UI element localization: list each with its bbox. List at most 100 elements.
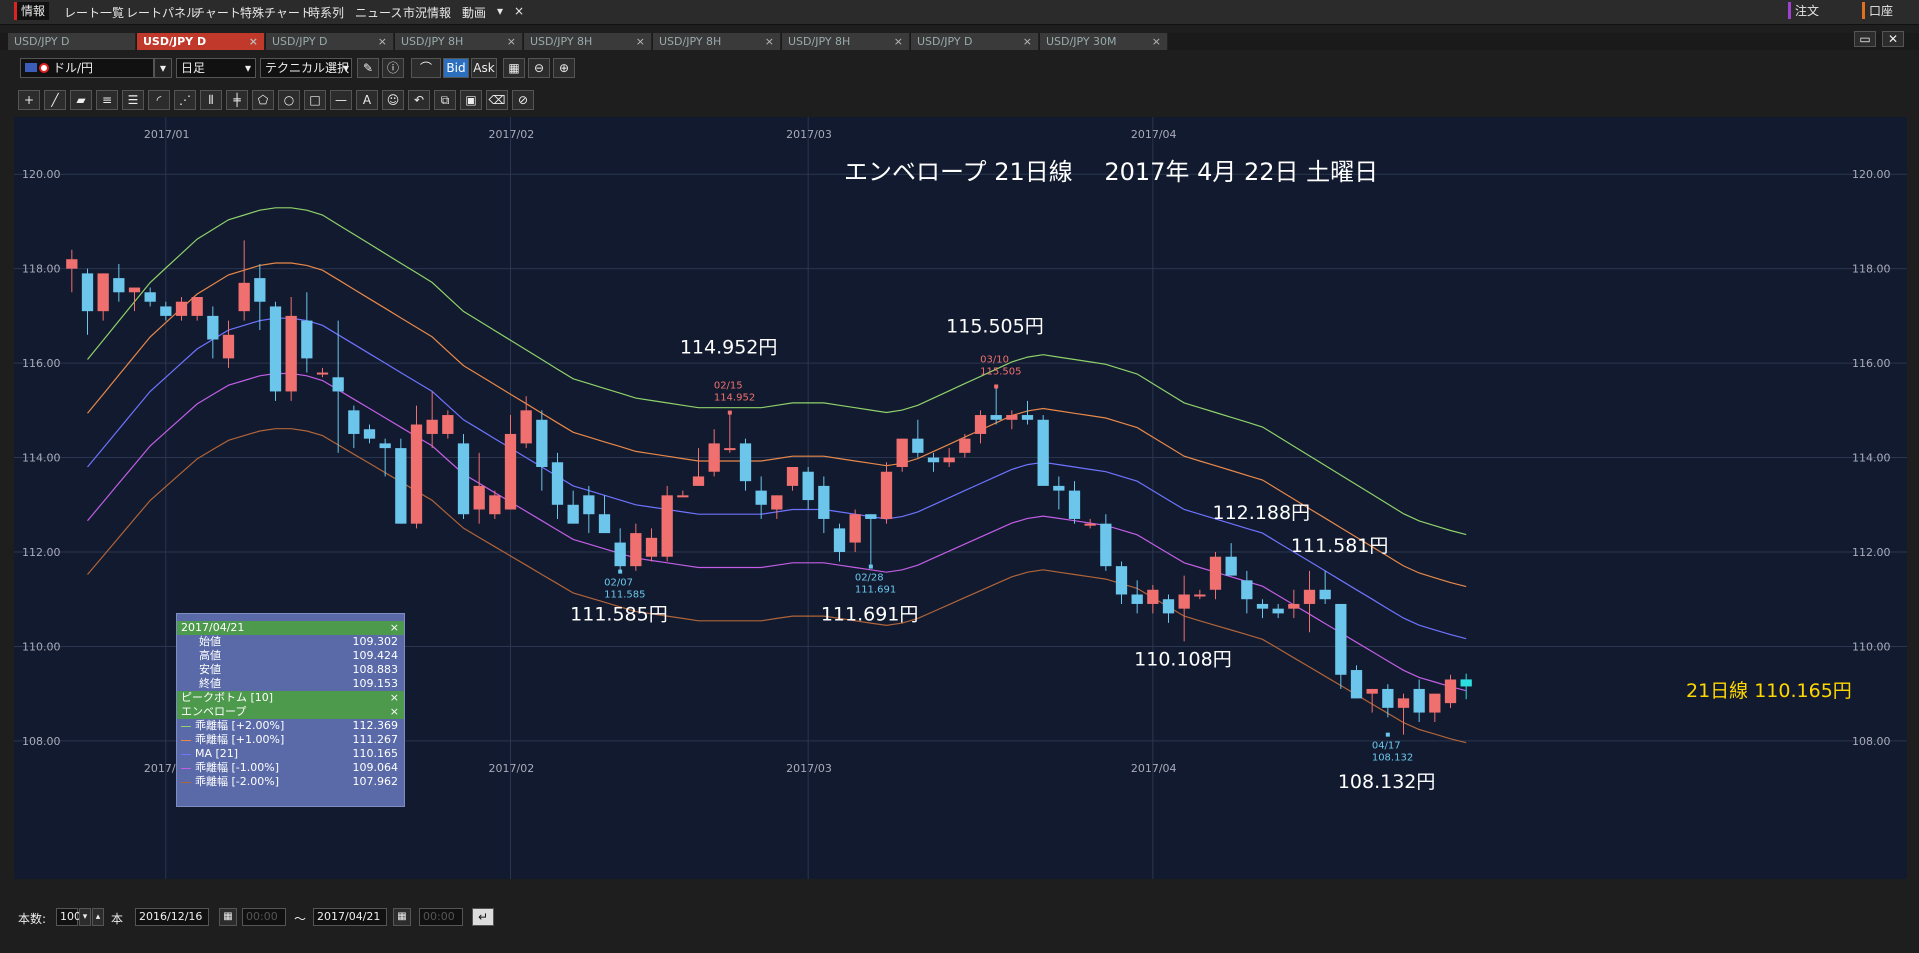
window-close-icon[interactable]: ✕ (1882, 31, 1904, 47)
close-icon[interactable]: × (390, 691, 399, 705)
pair-dropdown-icon[interactable]: ▾ (154, 58, 172, 78)
erase-all-icon[interactable]: ⊘ (512, 90, 534, 110)
count-down-icon[interactable]: ▾ (79, 908, 91, 926)
menu-market-info[interactable]: 市況情報 (403, 4, 451, 21)
pen-icon[interactable]: ✎ (357, 58, 379, 78)
menu-time-series[interactable]: 時系列 (308, 4, 344, 21)
trendline-icon[interactable]: ╱ (44, 90, 66, 110)
tab-close-icon[interactable]: × (636, 33, 645, 50)
close-icon[interactable]: × (390, 621, 399, 635)
tab-close-icon[interactable]: × (507, 33, 516, 50)
return-icon[interactable]: ↵ (472, 908, 494, 926)
tab-usdjpy-8h-2[interactable]: USD/JPY 8H × (524, 33, 652, 50)
fibonacci-icon[interactable]: ╪ (226, 90, 248, 110)
copy-icon[interactable]: ⧉ (434, 90, 456, 110)
sticker-icon[interactable]: ☺ (382, 90, 404, 110)
technical-label: テクニカル選択 (265, 61, 350, 75)
to-time-input[interactable]: 00:00 (419, 908, 463, 926)
horizontal-line-icon[interactable]: — (330, 90, 352, 110)
pentagon-icon[interactable]: ⬠ (252, 90, 274, 110)
peak-date-label: 03/10 (980, 354, 1009, 365)
zoom-in-icon[interactable]: ⊕ (553, 58, 575, 78)
tab-close-icon[interactable]: × (1152, 33, 1161, 50)
tab-usdjpy-30m[interactable]: USD/JPY 30M × (1040, 33, 1168, 50)
undo-icon[interactable]: ↶ (408, 90, 430, 110)
zoom-out-icon[interactable]: ⊖ (528, 58, 550, 78)
close-value: 109.153 (352, 677, 399, 690)
account-button[interactable]: 口座 (1862, 2, 1893, 19)
from-time-input[interactable]: 00:00 (242, 908, 286, 926)
tab-close-icon[interactable]: × (765, 33, 774, 50)
y-tick-label-left: 110.00 (22, 640, 61, 653)
y-tick-label-left: 112.00 (22, 546, 61, 559)
tab-usdjpy-8h-3[interactable]: USD/JPY 8H × (653, 33, 781, 50)
menu-video[interactable]: 動画 (462, 4, 486, 21)
rectangle-icon[interactable]: □ (304, 90, 326, 110)
close-icon[interactable]: × (390, 705, 399, 719)
period-label: 日足 (181, 61, 206, 75)
currency-pair-select[interactable]: ドル/円 (20, 58, 154, 78)
fan-icon[interactable]: ◜ (148, 90, 170, 110)
envelope-row-label: 乖離幅 [-2.00%] (195, 775, 279, 788)
ask-button[interactable]: Ask (471, 58, 497, 78)
order-button[interactable]: 注文 (1788, 2, 1819, 19)
menu-info[interactable]: 情報 (14, 2, 50, 20)
tab-usdjpy-d-1[interactable]: USD/JPY D (8, 33, 136, 50)
candle-body (97, 273, 109, 312)
open-value: 109.302 (352, 635, 399, 648)
big-price-label: 108.132円 (1338, 771, 1436, 793)
data-window-panel[interactable]: 2017/04/21 × 始値 109.302 高値 109.424 安値 108.88… (176, 613, 405, 807)
tab-usdjpy-d-3[interactable]: USD/JPY D × (266, 33, 394, 50)
crosshair-icon[interactable]: + (18, 90, 40, 110)
candle-body (457, 443, 470, 515)
candle-body (66, 259, 78, 269)
candle-body (1444, 679, 1457, 704)
candle-body (1413, 688, 1425, 713)
tab-close-icon[interactable]: × (894, 33, 903, 50)
candle-body (1272, 608, 1284, 614)
text-icon[interactable]: A (356, 90, 378, 110)
eraser-icon[interactable]: ⌫ (486, 90, 508, 110)
menu-rate-panel[interactable]: レートパネル (126, 4, 198, 21)
peak-price-label: 111.585 (604, 590, 645, 601)
calendar-icon[interactable]: ▦ (219, 908, 237, 926)
ma-value-label: 21日線 110.165円 (1686, 680, 1852, 702)
tab-close-icon[interactable]: × (1023, 33, 1032, 50)
tab-usdjpy-8h-4[interactable]: USD/JPY 8H × (782, 33, 910, 50)
from-date-input[interactable]: 2016/12/16 (135, 908, 209, 926)
menu-rate-list[interactable]: レート一覧 (64, 4, 124, 21)
circle-icon[interactable]: ○ (278, 90, 300, 110)
paste-icon[interactable]: ▣ (460, 90, 482, 110)
menu-special-chart[interactable]: 特殊チャート (240, 4, 312, 21)
candle-body (551, 462, 564, 505)
channel-icon[interactable]: ☰ (122, 90, 144, 110)
to-date-input[interactable]: 2017/04/21 (313, 908, 387, 926)
menu-close-icon[interactable]: × (514, 4, 524, 18)
ruler-icon[interactable]: ▰ (70, 90, 92, 110)
tab-close-icon[interactable]: × (378, 33, 387, 50)
count-input[interactable]: 100 (56, 908, 81, 926)
gann-icon[interactable]: ⋰ (174, 90, 196, 110)
line-chart-type-icon[interactable]: ⌒ (411, 58, 441, 78)
candle-body (1350, 670, 1363, 699)
calendar-icon[interactable]: ▦ (393, 908, 411, 926)
tab-close-icon[interactable]: × (249, 33, 258, 50)
vlines-icon[interactable]: ⦀ (200, 90, 222, 110)
envelope-row-value: 110.165 (352, 747, 399, 760)
window-restore-icon[interactable]: ▭ (1854, 31, 1876, 47)
technical-select[interactable]: テクニカル選択 ▾ (260, 58, 352, 78)
x-tick-label-top: 2017/01 (144, 128, 190, 141)
count-up-icon[interactable]: ▴ (92, 908, 104, 926)
menu-news[interactable]: ニュース (355, 4, 402, 21)
candle-body (990, 415, 1002, 420)
menu-dropdown-icon[interactable]: ▾ (497, 4, 503, 18)
hlines-icon[interactable]: ≡ (96, 90, 118, 110)
period-select[interactable]: 日足 ▾ (176, 58, 256, 78)
tab-usdjpy-d-active[interactable]: USD/JPY D × (137, 33, 265, 50)
chart-style-icon[interactable]: ▦ (503, 58, 525, 78)
tab-usdjpy-d-4[interactable]: USD/JPY D × (911, 33, 1039, 50)
menu-chart[interactable]: チャート (193, 4, 241, 21)
bid-button[interactable]: Bid (443, 58, 469, 78)
tab-usdjpy-8h-1[interactable]: USD/JPY 8H × (395, 33, 523, 50)
info-icon[interactable]: ⓘ (382, 58, 404, 78)
